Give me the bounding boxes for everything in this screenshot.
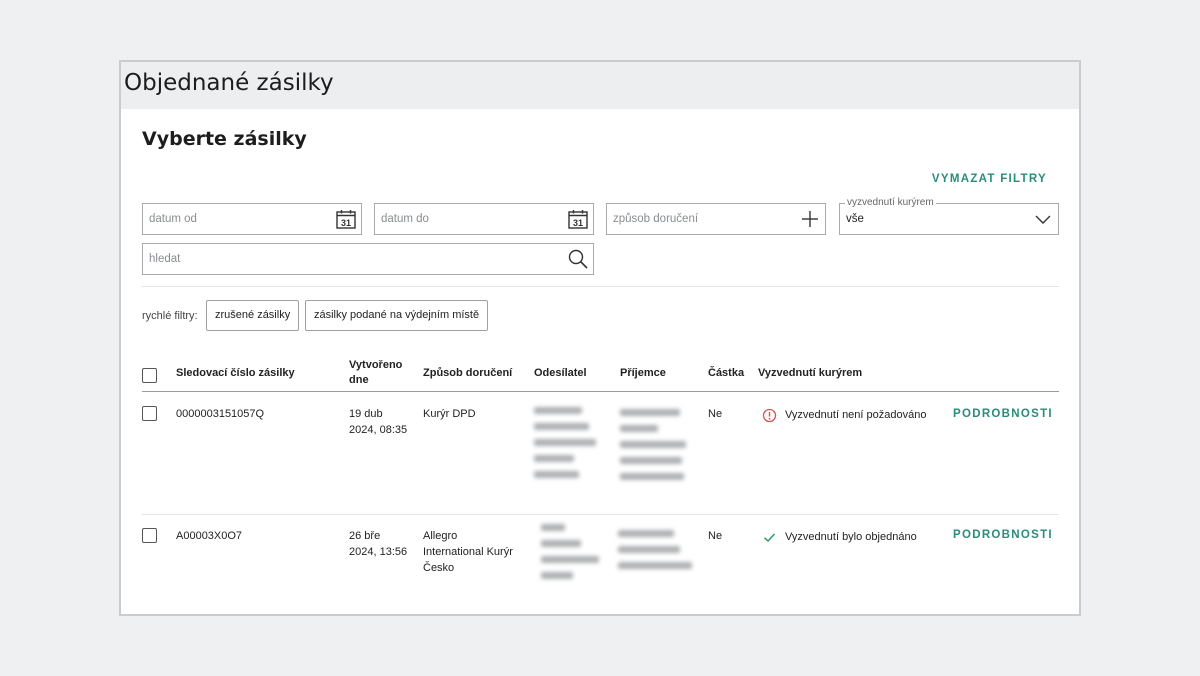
created-date-line1: 19 dub <box>349 408 383 420</box>
panel-header: Objednané zásilky <box>121 62 1079 109</box>
header-recipient: Příjemce <box>620 367 666 379</box>
select-all-checkbox[interactable] <box>142 368 157 383</box>
created-date: 19 dub 2024, 08:35 <box>349 406 407 438</box>
pickup-status-text: Vyzvednutí bylo objednáno <box>785 531 917 543</box>
recipient-redacted <box>620 409 686 489</box>
header-method: Způsob doručení <box>423 367 513 379</box>
header-created-line1: Vytvořeno <box>349 359 403 371</box>
row-checkbox[interactable] <box>142 406 157 421</box>
row-checkbox[interactable] <box>142 528 157 543</box>
header-created-line2: dne <box>349 374 369 386</box>
date-to-field[interactable]: datum do 31 <box>374 203 594 235</box>
details-link[interactable]: PODROBNOSTI <box>953 529 1053 541</box>
chevron-down-icon[interactable] <box>1032 208 1054 230</box>
tracking-number: 0000003151057Q <box>176 408 265 420</box>
delivery-method-field[interactable]: způsob doručení <box>606 203 826 235</box>
recipient-redacted <box>618 530 694 578</box>
delivery-method-placeholder: způsob doručení <box>613 213 699 225</box>
amount-value: Ne <box>708 408 723 420</box>
filters-divider <box>142 286 1059 287</box>
created-date: 26 bře 2024, 13:56 <box>349 528 407 560</box>
date-from-placeholder: datum od <box>149 213 197 225</box>
date-from-field[interactable]: datum od 31 <box>142 203 362 235</box>
search-placeholder: hledat <box>149 253 181 265</box>
calendar-icon[interactable]: 31 <box>567 208 589 230</box>
amount-value: Ne <box>708 530 723 542</box>
search-icon[interactable] <box>567 248 589 270</box>
plus-icon[interactable] <box>799 208 821 230</box>
clear-filters-button[interactable]: VYMAZAT FILTRY <box>932 173 1047 185</box>
sender-redacted <box>534 407 598 487</box>
shipments-panel: Objednané zásilky Vyberte zásilky VYMAZA… <box>119 60 1081 616</box>
sender-redacted <box>541 524 601 588</box>
quick-filters-label: rychlé filtry: <box>142 310 198 322</box>
delivery-method: Kurýr DPD <box>423 406 476 422</box>
header-created: Vytvořeno dne <box>349 358 402 388</box>
chip-cancelled-shipments[interactable]: zrušené zásilky <box>206 300 300 331</box>
date-to-placeholder: datum do <box>381 213 429 225</box>
page-title: Objednané zásilky <box>124 70 334 96</box>
section-title: Vyberte zásilky <box>142 128 307 150</box>
courier-pickup-value: vše <box>846 213 864 225</box>
details-link[interactable]: PODROBNOSTI <box>953 408 1053 420</box>
calendar-day: 31 <box>341 218 351 228</box>
header-tracking: Sledovací číslo zásilky <box>176 367 295 379</box>
created-date-line2: 2024, 13:56 <box>349 546 408 558</box>
created-date-line1: 26 bře <box>349 530 381 542</box>
delivery-method-line2: International Kurýr <box>423 546 513 558</box>
delivery-method-line1: Allegro <box>423 530 458 542</box>
warning-icon <box>762 408 777 423</box>
header-amount: Částka <box>708 367 745 379</box>
table-header-divider <box>142 391 1059 392</box>
header-pickup: Vyzvednutí kurýrem <box>758 367 863 379</box>
calendar-icon[interactable]: 31 <box>335 208 357 230</box>
calendar-day: 31 <box>573 218 583 228</box>
row-divider <box>142 514 1059 515</box>
chip-dropoff-shipments[interactable]: zásilky podané na výdejním místě <box>305 300 489 331</box>
tracking-number: A00003X0O7 <box>176 530 243 542</box>
delivery-method-line1: Kurýr DPD <box>423 408 476 420</box>
pickup-status-text: Vyzvednutí není požadováno <box>785 409 927 421</box>
delivery-method: Allegro International Kurýr Česko <box>423 528 513 576</box>
created-date-line2: 2024, 08:35 <box>349 424 408 436</box>
search-input[interactable]: hledat <box>142 243 594 275</box>
delivery-method-line3: Česko <box>423 562 455 574</box>
header-sender: Odesílatel <box>534 367 587 379</box>
check-icon <box>763 533 776 543</box>
courier-pickup-legend: vyzvednutí kurýrem <box>845 197 936 209</box>
courier-pickup-select[interactable]: vyzvednutí kurýrem vše <box>839 197 1059 235</box>
